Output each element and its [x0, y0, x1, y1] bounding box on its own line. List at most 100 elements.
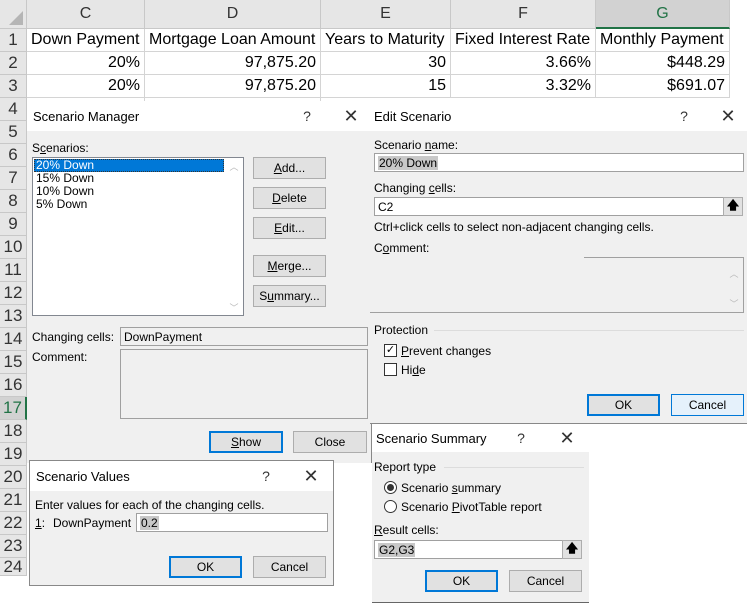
scroll-down-icon[interactable]: ﹀ — [727, 297, 741, 309]
close-icon[interactable]: ✕ — [713, 101, 743, 131]
merge-button[interactable]: Merge... — [253, 255, 326, 277]
close-icon[interactable]: ✕ — [296, 461, 326, 491]
row-header-14[interactable]: 14 — [0, 328, 27, 351]
scenario-summary-option-label[interactable]: Scenario summary — [401, 481, 501, 495]
dialog-title-text: Edit Scenario — [374, 108, 452, 124]
collapse-dialog-icon[interactable]: 🡅 — [723, 197, 743, 216]
cell-c2[interactable]: 20% — [27, 52, 145, 75]
report-type-label: Report type — [374, 460, 437, 474]
edit-scenario-dialog: Edit Scenario ? ✕ Scenario name: 20% Dow… — [370, 101, 747, 424]
row-header-17[interactable]: 17 — [0, 397, 27, 420]
select-all-corner[interactable] — [0, 0, 27, 29]
scenario-name-input[interactable]: 20% Down — [374, 153, 744, 172]
ok-button[interactable]: OK — [425, 570, 498, 592]
comment-label: Comment: — [32, 350, 88, 364]
row-header-12[interactable]: 12 — [0, 282, 27, 305]
collapse-dialog-icon[interactable]: 🡅 — [562, 540, 582, 559]
row-header-10[interactable]: 10 — [0, 236, 27, 259]
row-header-24[interactable]: 24 — [0, 557, 27, 576]
cell-f3[interactable]: 3.32% — [451, 75, 596, 98]
pivottable-report-option-label[interactable]: Scenario PivotTable report — [401, 500, 542, 514]
column-header-c[interactable]: C — [27, 0, 145, 29]
cell-c1[interactable]: Down Payment — [27, 29, 145, 52]
hint-text: Ctrl+click cells to select non-adjacent … — [374, 220, 654, 234]
cell-d3[interactable]: 97,875.20 — [145, 75, 321, 98]
cell-g1[interactable]: Monthly Payment — [596, 29, 730, 52]
column-header-e[interactable]: E — [321, 0, 451, 29]
cancel-button[interactable]: Cancel — [671, 394, 744, 416]
close-button[interactable]: Close — [293, 431, 367, 453]
help-icon[interactable]: ? — [511, 424, 531, 452]
scenario-list-item[interactable]: 5% Down — [34, 198, 224, 211]
add-button[interactable]: Add... — [253, 157, 326, 179]
hide-checkbox[interactable] — [384, 363, 397, 376]
ok-button[interactable]: OK — [169, 556, 242, 578]
help-icon[interactable]: ? — [256, 461, 276, 491]
row-header-7[interactable]: 7 — [0, 167, 27, 190]
cancel-button[interactable]: Cancel — [253, 556, 326, 578]
show-button[interactable]: Show — [209, 431, 283, 453]
comment-border-bottom — [370, 312, 744, 313]
cell-d2[interactable]: 97,875.20 — [145, 52, 321, 75]
summary-button[interactable]: Su mmary... — [253, 285, 326, 307]
column-header-d[interactable]: D — [145, 0, 321, 29]
row-header-16[interactable]: 16 — [0, 374, 27, 397]
row-header-3[interactable]: 3 — [0, 75, 27, 98]
scenario-summary-radio[interactable] — [384, 481, 397, 494]
cell-e2[interactable]: 30 — [321, 52, 451, 75]
help-icon[interactable]: ? — [297, 101, 317, 131]
row-header-15[interactable]: 15 — [0, 351, 27, 374]
row-header-20[interactable]: 20 — [0, 466, 27, 489]
cell-name-label: DownPayment — [53, 516, 132, 530]
close-icon[interactable]: ✕ — [552, 424, 582, 452]
changing-cells-input[interactable]: C2 — [374, 197, 724, 216]
cell-c3[interactable]: 20% — [27, 75, 145, 98]
row-header-8[interactable]: 8 — [0, 190, 27, 213]
column-header-g[interactable]: G — [596, 0, 730, 29]
row-header-2[interactable]: 2 — [0, 52, 27, 75]
column-header-f[interactable]: F — [451, 0, 596, 29]
cell-e1[interactable]: Years to Maturity — [321, 29, 451, 52]
row-header-5[interactable]: 5 — [0, 121, 27, 144]
row-header-13[interactable]: 13 — [0, 305, 27, 328]
help-icon[interactable]: ? — [674, 101, 694, 131]
scenario-summary-dialog: Scenario Summary ? ✕ Report type Scenari… — [372, 424, 589, 603]
row-header-22[interactable]: 22 — [0, 512, 27, 535]
prevent-changes-checkbox[interactable]: ✓ — [384, 344, 397, 357]
row-header-23[interactable]: 23 — [0, 535, 27, 558]
row-header-11[interactable]: 11 — [0, 259, 27, 282]
scroll-down-icon[interactable]: ﹀ — [227, 301, 241, 313]
row-header-21[interactable]: 21 — [0, 489, 27, 512]
scenarios-label: Scenarios: — [32, 141, 89, 155]
result-cells-input[interactable]: G2,G3 — [374, 540, 563, 559]
cell-e3[interactable]: 15 — [321, 75, 451, 98]
row-header-18[interactable]: 18 — [0, 420, 27, 443]
instruction-text: Enter values for each of the changing ce… — [35, 498, 265, 512]
scroll-up-icon[interactable]: ︿ — [727, 267, 741, 279]
cell-f1[interactable]: Fixed Interest Rate — [451, 29, 596, 52]
ok-button[interactable]: OK — [587, 394, 660, 416]
cell-g2[interactable]: $448.29 — [596, 52, 730, 75]
close-icon[interactable]: ✕ — [336, 101, 366, 131]
pivottable-report-radio[interactable] — [384, 500, 397, 513]
prevent-changes-label[interactable]: Prevent changes — [401, 344, 491, 358]
cell-f2[interactable]: 3.66% — [451, 52, 596, 75]
comment-textarea[interactable] — [374, 261, 734, 311]
scenario-manager-dialog: Scenario Manager ? ✕ Scenarios: 20% Down… — [27, 101, 372, 463]
row-header-1[interactable]: 1 — [0, 29, 27, 52]
edit-button[interactable]: Edit... — [253, 217, 326, 239]
delete-button[interactable]: Delete — [253, 187, 326, 209]
row-header-4[interactable]: 4 — [0, 98, 27, 121]
scroll-up-icon[interactable]: ︿ — [227, 160, 241, 172]
row-header-6[interactable]: 6 — [0, 144, 27, 167]
down-payment-value-input[interactable]: 0.2 — [136, 513, 328, 532]
row-header-19[interactable]: 19 — [0, 443, 27, 466]
cancel-button[interactable]: Cancel — [509, 570, 582, 592]
cell-g3[interactable]: $691.07 — [596, 75, 730, 98]
cell-d1[interactable]: Mortgage Loan Amount — [145, 29, 321, 52]
hide-label[interactable]: Hide — [401, 363, 426, 377]
changing-cells-value: DownPayment — [120, 327, 368, 346]
row-header-9[interactable]: 9 — [0, 213, 27, 236]
scenarios-listbox[interactable]: 20% Down 15% Down 10% Down 5% Down ︿ ﹀ — [32, 157, 244, 316]
comment-border-top — [584, 257, 744, 258]
